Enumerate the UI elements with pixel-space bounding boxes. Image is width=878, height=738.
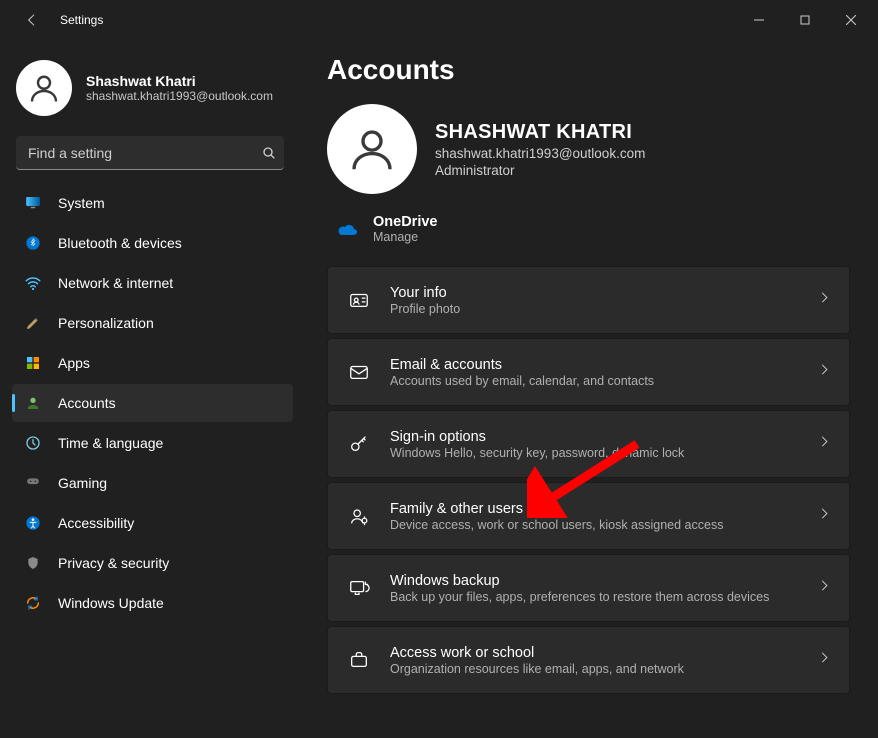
sidebar-item-personalization[interactable]: Personalization — [12, 304, 293, 342]
sidebar: Shashwat Khatri shashwat.khatri1993@outl… — [0, 40, 305, 738]
card-sub: Windows Hello, security key, password, d… — [390, 446, 684, 460]
sidebar-item-network[interactable]: Network & internet — [12, 264, 293, 302]
card-title: Your info — [390, 285, 460, 301]
settings-cards: Your info Profile photo Email & accounts… — [327, 266, 850, 694]
chevron-right-icon — [817, 291, 831, 310]
chevron-right-icon — [817, 579, 831, 598]
brush-icon — [24, 314, 42, 332]
sidebar-item-label: Personalization — [58, 315, 154, 331]
window-title: Settings — [60, 13, 103, 27]
card-title: Family & other users — [390, 501, 723, 517]
sidebar-item-label: Bluetooth & devices — [58, 235, 182, 251]
sidebar-item-label: Privacy & security — [58, 555, 169, 571]
account-header: SHASHWAT KHATRI shashwat.khatri1993@outl… — [327, 104, 850, 194]
titlebar: Settings — [0, 0, 878, 40]
apps-icon — [24, 354, 42, 372]
sidebar-item-label: Accounts — [58, 395, 116, 411]
sidebar-item-label: Apps — [58, 355, 90, 371]
card-title: Email & accounts — [390, 357, 654, 373]
sidebar-nav: System Bluetooth & devices Network & int… — [0, 184, 305, 624]
close-button[interactable] — [828, 4, 874, 36]
gamepad-icon — [24, 474, 42, 492]
card-title: Windows backup — [390, 573, 769, 589]
mail-icon — [346, 359, 372, 385]
card-title: Sign-in options — [390, 429, 684, 445]
accessibility-icon — [24, 514, 42, 532]
card-sub: Accounts used by email, calendar, and co… — [390, 374, 654, 388]
card-sub: Back up your files, apps, preferences to… — [390, 590, 769, 604]
key-icon — [346, 431, 372, 457]
id-card-icon — [346, 287, 372, 313]
card-title: Access work or school — [390, 645, 684, 661]
sidebar-user-email: shashwat.khatri1993@outlook.com — [86, 89, 273, 103]
update-icon — [24, 594, 42, 612]
shield-icon — [24, 554, 42, 572]
search-icon — [261, 145, 277, 161]
card-your-info[interactable]: Your info Profile photo — [327, 266, 850, 334]
sidebar-item-gaming[interactable]: Gaming — [12, 464, 293, 502]
sidebar-item-label: Gaming — [58, 475, 107, 491]
card-email-accounts[interactable]: Email & accounts Accounts used by email,… — [327, 338, 850, 406]
sidebar-user-block[interactable]: Shashwat Khatri shashwat.khatri1993@outl… — [0, 52, 305, 130]
card-sub: Device access, work or school users, kio… — [390, 518, 723, 532]
wifi-icon — [24, 274, 42, 292]
onedrive-row[interactable]: OneDrive Manage — [327, 208, 850, 266]
avatar-icon — [327, 104, 417, 194]
maximize-button[interactable] — [782, 4, 828, 36]
chevron-right-icon — [817, 507, 831, 526]
page-title: Accounts — [327, 54, 850, 86]
avatar-icon — [16, 60, 72, 116]
account-name: SHASHWAT KHATRI — [435, 121, 645, 144]
onedrive-title: OneDrive — [373, 214, 437, 230]
chevron-right-icon — [817, 363, 831, 382]
sidebar-item-label: Accessibility — [58, 515, 134, 531]
content-pane: Accounts SHASHWAT KHATRI shashwat.khatri… — [305, 40, 878, 738]
card-signin-options[interactable]: Sign-in options Windows Hello, security … — [327, 410, 850, 478]
onedrive-icon — [335, 222, 357, 236]
sidebar-user-name: Shashwat Khatri — [86, 73, 273, 89]
chevron-right-icon — [817, 651, 831, 670]
card-windows-backup[interactable]: Windows backup Back up your files, apps,… — [327, 554, 850, 622]
card-sub: Profile photo — [390, 302, 460, 316]
bluetooth-icon — [24, 234, 42, 252]
card-sub: Organization resources like email, apps,… — [390, 662, 684, 676]
clock-icon — [24, 434, 42, 452]
account-email: shashwat.khatri1993@outlook.com — [435, 146, 645, 161]
person-icon — [24, 394, 42, 412]
settings-window: Settings Shashwat Khatri shashwat. — [0, 0, 878, 738]
sidebar-item-label: Windows Update — [58, 595, 164, 611]
card-work-school[interactable]: Access work or school Organization resou… — [327, 626, 850, 694]
chevron-right-icon — [817, 435, 831, 454]
sidebar-item-accounts[interactable]: Accounts — [12, 384, 293, 422]
sidebar-item-accessibility[interactable]: Accessibility — [12, 504, 293, 542]
account-role: Administrator — [435, 163, 645, 178]
briefcase-icon — [346, 647, 372, 673]
sidebar-item-bluetooth[interactable]: Bluetooth & devices — [12, 224, 293, 262]
sidebar-item-system[interactable]: System — [12, 184, 293, 222]
sidebar-item-privacy[interactable]: Privacy & security — [12, 544, 293, 582]
card-family-users[interactable]: Family & other users Device access, work… — [327, 482, 850, 550]
sidebar-item-label: Network & internet — [58, 275, 173, 291]
search-input[interactable] — [16, 136, 284, 170]
sidebar-item-label: System — [58, 195, 105, 211]
back-button[interactable] — [22, 10, 42, 30]
sidebar-item-time[interactable]: Time & language — [12, 424, 293, 462]
sidebar-item-apps[interactable]: Apps — [12, 344, 293, 382]
minimize-button[interactable] — [736, 4, 782, 36]
backup-icon — [346, 575, 372, 601]
monitor-icon — [24, 194, 42, 212]
sidebar-item-update[interactable]: Windows Update — [12, 584, 293, 622]
onedrive-sub: Manage — [373, 230, 437, 244]
people-icon — [346, 503, 372, 529]
sidebar-item-label: Time & language — [58, 435, 163, 451]
